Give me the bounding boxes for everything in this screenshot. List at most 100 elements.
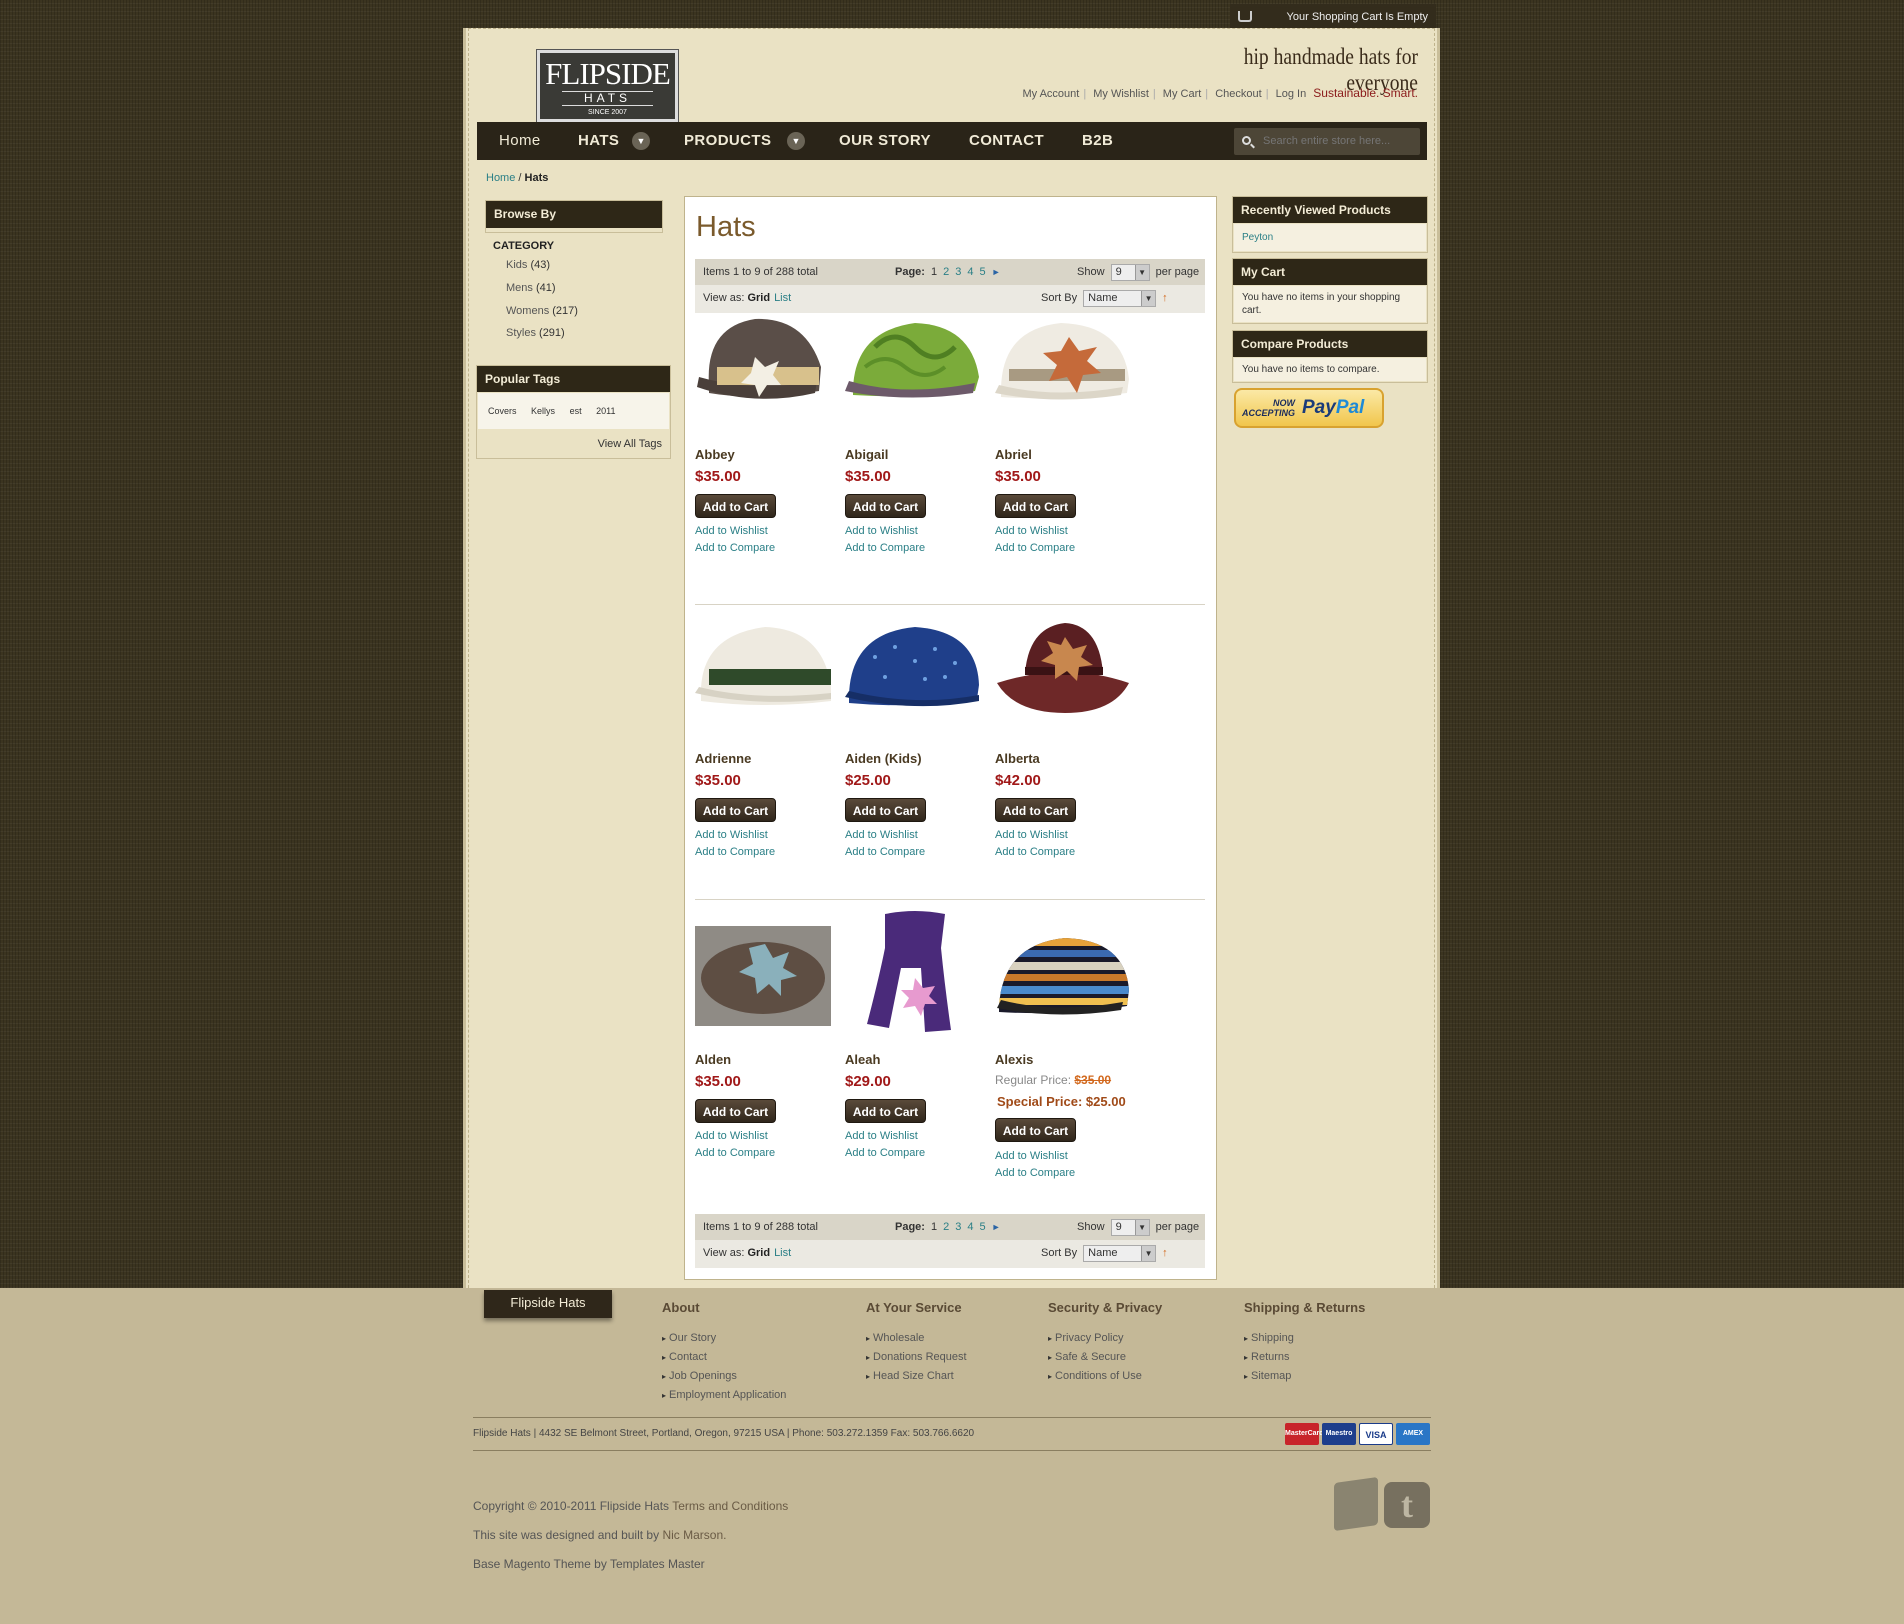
product-name[interactable]: Alden [695,1052,731,1067]
nav-contact[interactable]: CONTACT [969,122,1044,160]
product-name[interactable]: Alberta [995,751,1040,766]
add-to-compare-link[interactable]: Add to Compare [995,542,1075,554]
product-name[interactable]: Aiden (Kids) [845,751,922,766]
add-to-wishlist-link[interactable]: Add to Wishlist [695,1130,768,1142]
tag-link[interactable]: 2011 [596,406,615,416]
products-dropdown-icon[interactable]: ▼ [787,132,805,150]
add-to-compare-link[interactable]: Add to Compare [995,1167,1075,1179]
add-to-compare-link[interactable]: Add to Compare [845,1147,925,1159]
view-list-link[interactable]: List [774,292,791,304]
log-in-link[interactable]: Log In [1276,88,1307,100]
add-to-compare-link[interactable]: Add to Compare [845,846,925,858]
site-logo[interactable]: FLIPSIDE HATS SINCE 2007 [536,49,679,123]
sort-by-select[interactable]: Name [1083,1244,1157,1262]
per-page-select[interactable]: 9 [1110,1218,1150,1236]
page-link[interactable]: 4 [967,1221,973,1233]
add-to-compare-link[interactable]: Add to Compare [695,846,775,858]
footer-link[interactable]: Safe & Secure [1048,1348,1162,1367]
add-to-cart-button[interactable]: Add to Cart [995,798,1076,822]
product-image[interactable] [695,926,831,1026]
checkout-link[interactable]: Checkout [1215,88,1261,100]
product-image[interactable] [995,617,1131,717]
product-image[interactable] [845,617,981,717]
product-image[interactable] [695,617,831,717]
add-to-cart-button[interactable]: Add to Cart [845,1099,926,1123]
add-to-wishlist-link[interactable]: Add to Wishlist [695,829,768,841]
tag-link[interactable]: Kellys [531,406,555,416]
add-to-wishlist-link[interactable]: Add to Wishlist [695,525,768,537]
footer-link[interactable]: Employment Application [662,1386,786,1405]
tag-link[interactable]: est [570,406,582,416]
per-page-select[interactable]: 9 [1110,263,1150,281]
add-to-wishlist-link[interactable]: Add to Wishlist [995,829,1068,841]
search-icon[interactable] [1242,136,1251,145]
category-womens[interactable]: Womens (217) [506,305,578,317]
view-list-link[interactable]: List [774,1247,791,1259]
add-to-compare-link[interactable]: Add to Compare [845,542,925,554]
nav-hats[interactable]: HATS [578,122,619,160]
theme-credit[interactable]: Base Magento Theme by Templates Master [473,1557,705,1571]
sort-direction-icon[interactable]: ↑ [1162,1247,1168,1259]
view-all-tags-link[interactable]: View All Tags [598,438,662,450]
nav-our-story[interactable]: OUR STORY [839,122,931,160]
nav-home[interactable]: Home [499,122,541,160]
nav-products[interactable]: PRODUCTS [684,122,771,160]
footer-link[interactable]: Shipping [1244,1329,1365,1348]
hats-dropdown-icon[interactable]: ▼ [632,132,650,150]
product-image[interactable] [845,908,981,1036]
recent-product-link[interactable]: Peyton [1242,232,1273,243]
add-to-wishlist-link[interactable]: Add to Wishlist [845,1130,918,1142]
next-page-icon[interactable]: ► [992,267,1001,277]
add-to-cart-button[interactable]: Add to Cart [845,798,926,822]
add-to-cart-button[interactable]: Add to Cart [695,494,776,518]
my-wishlist-link[interactable]: My Wishlist [1093,88,1149,100]
page-link[interactable]: 5 [979,266,985,278]
add-to-wishlist-link[interactable]: Add to Wishlist [995,1150,1068,1162]
page-link[interactable]: 2 [943,266,949,278]
my-cart-link[interactable]: My Cart [1163,88,1202,100]
page-link[interactable]: 2 [943,1221,949,1233]
footer-link[interactable]: Conditions of Use [1048,1367,1162,1386]
category-kids[interactable]: Kids (43) [506,259,550,271]
search-input[interactable] [1234,128,1420,155]
product-image[interactable] [845,307,981,407]
footer-link[interactable]: Job Openings [662,1367,786,1386]
category-styles[interactable]: Styles (291) [506,327,565,339]
product-image[interactable] [995,307,1131,407]
product-name[interactable]: Adrienne [695,751,751,766]
add-to-cart-button[interactable]: Add to Cart [995,1118,1076,1142]
add-to-cart-button[interactable]: Add to Cart [995,494,1076,518]
add-to-cart-button[interactable]: Add to Cart [845,494,926,518]
add-to-wishlist-link[interactable]: Add to Wishlist [845,829,918,841]
add-to-compare-link[interactable]: Add to Compare [695,1147,775,1159]
sort-by-select[interactable]: Name [1083,289,1157,307]
sort-direction-icon[interactable]: ↑ [1162,292,1168,304]
category-mens[interactable]: Mens (41) [506,282,556,294]
nav-b2b[interactable]: B2B [1082,122,1113,160]
terms-link[interactable]: Terms and Conditions [672,1499,788,1513]
add-to-cart-button[interactable]: Add to Cart [695,1099,776,1123]
footer-link[interactable]: Donations Request [866,1348,967,1367]
page-link[interactable]: 4 [967,266,973,278]
my-account-link[interactable]: My Account [1022,88,1079,100]
top-cart-status[interactable]: Your Shopping Cart Is Empty [1230,4,1436,30]
footer-link[interactable]: Our Story [662,1329,786,1348]
add-to-cart-button[interactable]: Add to Cart [695,798,776,822]
footer-link[interactable]: Wholesale [866,1329,967,1348]
footer-link[interactable]: Contact [662,1348,786,1367]
breadcrumb-home[interactable]: Home [486,172,515,184]
product-name[interactable]: Aleah [845,1052,880,1067]
footer-link[interactable]: Returns [1244,1348,1365,1367]
product-name[interactable]: Abriel [995,447,1032,462]
footer-link[interactable]: Head Size Chart [866,1367,967,1386]
facebook-icon[interactable] [1334,1476,1378,1532]
tag-link[interactable]: Covers [488,406,517,416]
product-image[interactable] [995,924,1131,1024]
designer-link[interactable]: Nic Marson. [662,1528,726,1542]
add-to-compare-link[interactable]: Add to Compare [695,542,775,554]
page-link[interactable]: 5 [979,1221,985,1233]
product-name[interactable]: Alexis [995,1052,1033,1067]
add-to-wishlist-link[interactable]: Add to Wishlist [995,525,1068,537]
footer-link[interactable]: Sitemap [1244,1367,1365,1386]
footer-link[interactable]: Privacy Policy [1048,1329,1162,1348]
